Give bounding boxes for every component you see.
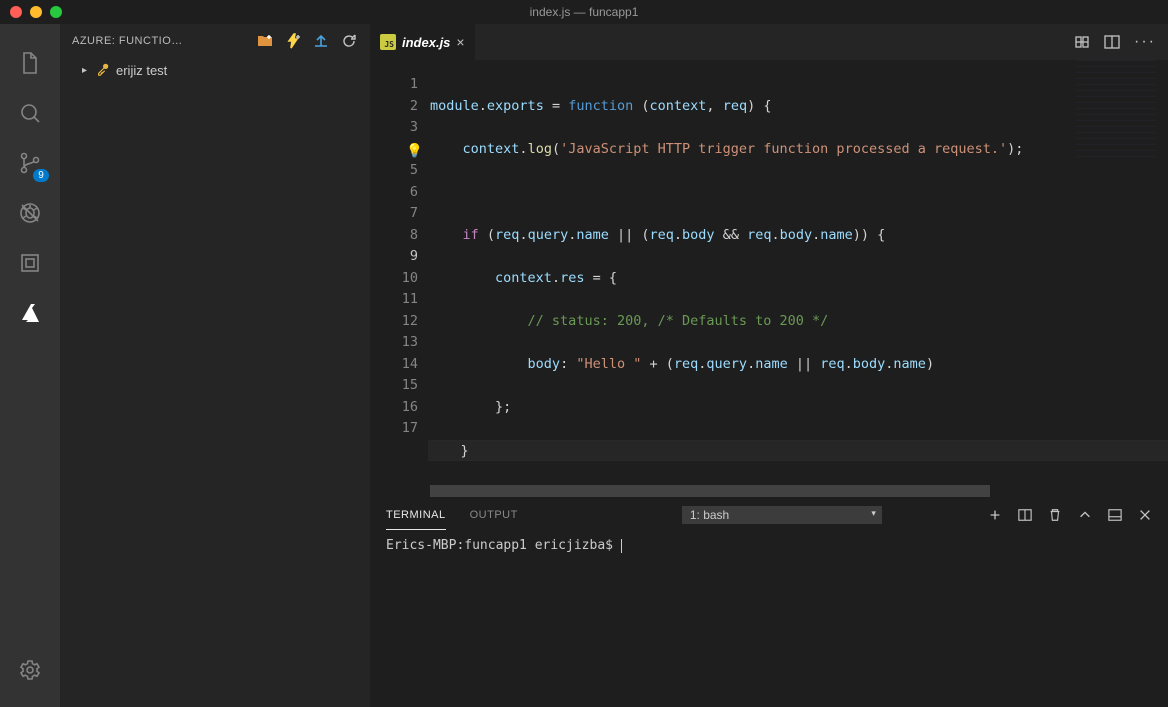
compare-changes-icon[interactable] <box>1074 34 1090 50</box>
activity-bar: 9 <box>0 24 60 707</box>
create-project-icon[interactable] <box>256 32 274 50</box>
close-window-button[interactable] <box>10 6 22 18</box>
tab-terminal[interactable]: TERMINAL <box>386 501 446 530</box>
terminal-prompt: Erics-MBP:funcapp1 ericjizba$ <box>386 538 613 553</box>
maximize-window-button[interactable] <box>50 6 62 18</box>
sidebar-header: AZURE: FUNCTIO… <box>60 24 370 58</box>
split-editor-icon[interactable] <box>1104 34 1120 50</box>
terminal-output[interactable]: Erics-MBP:funcapp1 ericjizba$ <box>370 532 1168 707</box>
code-editor[interactable]: 1234567891011121314151617 module.exports… <box>370 60 1168 485</box>
title-bar: index.js — funcapp1 <box>0 0 1168 24</box>
code-content[interactable]: module.exports = function (context, req)… <box>430 60 1168 485</box>
panel-tab-bar: TERMINAL OUTPUT 1: bash <box>370 498 1168 532</box>
minimap[interactable] <box>1076 60 1156 160</box>
key-icon <box>96 62 110 79</box>
create-function-icon[interactable] <box>284 32 302 50</box>
tab-bar: JS index.js × ··· <box>370 24 1168 60</box>
sidebar-title: AZURE: FUNCTIO… <box>72 35 256 47</box>
horizontal-scrollbar[interactable] <box>370 485 1168 497</box>
more-actions-icon[interactable]: ··· <box>1134 33 1156 51</box>
explorer-icon[interactable] <box>5 38 55 88</box>
minimize-window-button[interactable] <box>30 6 42 18</box>
deploy-icon[interactable] <box>312 32 330 50</box>
extensions-icon[interactable] <box>5 238 55 288</box>
tree-item-label: erijiz test <box>116 63 167 78</box>
tab-output[interactable]: OUTPUT <box>470 501 518 529</box>
toggle-panel-icon[interactable] <box>1108 508 1122 522</box>
chevron-right-icon: ▸ <box>82 65 92 76</box>
close-panel-icon[interactable] <box>1138 508 1152 522</box>
search-icon[interactable] <box>5 88 55 138</box>
kill-terminal-icon[interactable] <box>1048 508 1062 522</box>
tab-index-js[interactable]: JS index.js × <box>370 24 476 60</box>
debug-disabled-icon[interactable] <box>5 188 55 238</box>
new-terminal-icon[interactable] <box>988 508 1002 522</box>
split-terminal-icon[interactable] <box>1018 508 1032 522</box>
refresh-icon[interactable] <box>340 32 358 50</box>
settings-gear-icon[interactable] <box>5 645 55 695</box>
tab-label: index.js <box>402 35 450 50</box>
terminal-select[interactable]: 1: bash <box>682 506 882 524</box>
bottom-panel: TERMINAL OUTPUT 1: bash Erics-MBP:funcap… <box>370 497 1168 707</box>
scm-badge: 9 <box>33 169 49 182</box>
tree-item-subscription[interactable]: ▸ erijiz test <box>60 58 370 83</box>
js-file-icon: JS <box>380 34 396 50</box>
window-title: index.js — funcapp1 <box>530 5 639 19</box>
line-gutter: 1234567891011121314151617 <box>370 60 430 485</box>
sidebar: AZURE: FUNCTIO… ▸ erijiz test <box>60 24 370 707</box>
close-tab-icon[interactable]: × <box>456 34 464 50</box>
maximize-panel-icon[interactable] <box>1078 508 1092 522</box>
terminal-selector[interactable]: 1: bash <box>682 506 882 524</box>
source-control-icon[interactable]: 9 <box>5 138 55 188</box>
lightbulb-icon[interactable]: 💡 <box>406 141 423 163</box>
window-controls <box>0 6 62 18</box>
editor-group: JS index.js × ··· 1234567891011121314151… <box>370 24 1168 707</box>
azure-icon[interactable] <box>5 288 55 338</box>
